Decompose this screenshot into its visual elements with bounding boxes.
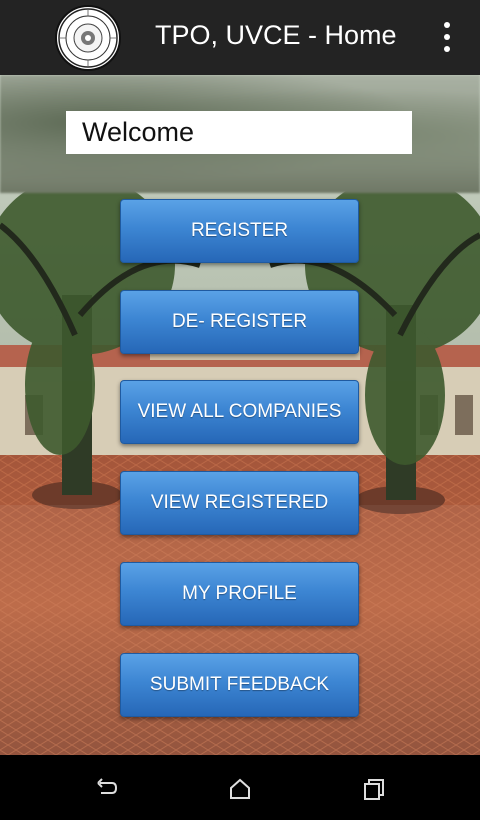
- welcome-field[interactable]: Welcome: [66, 111, 412, 154]
- my-profile-button[interactable]: MY PROFILE: [120, 562, 359, 626]
- main-content: Welcome REGISTER DE- REGISTER VIEW ALL C…: [0, 75, 480, 755]
- deregister-button[interactable]: DE- REGISTER: [120, 290, 359, 354]
- back-icon[interactable]: [92, 775, 120, 803]
- page-title: TPO, UVCE - Home: [155, 20, 397, 50]
- recents-icon[interactable]: [360, 775, 388, 803]
- home-icon[interactable]: [226, 775, 254, 803]
- college-seal-icon: [55, 5, 121, 71]
- submit-feedback-button[interactable]: SUBMIT FEEDBACK: [120, 653, 359, 717]
- app-bar: TPO, UVCE - Home: [0, 0, 480, 75]
- view-all-companies-button[interactable]: VIEW ALL COMPANIES: [120, 380, 359, 444]
- register-button[interactable]: REGISTER: [120, 199, 359, 263]
- system-nav-bar: [0, 755, 480, 820]
- view-registered-button[interactable]: VIEW REGISTERED: [120, 471, 359, 535]
- overflow-menu-icon[interactable]: [430, 22, 464, 52]
